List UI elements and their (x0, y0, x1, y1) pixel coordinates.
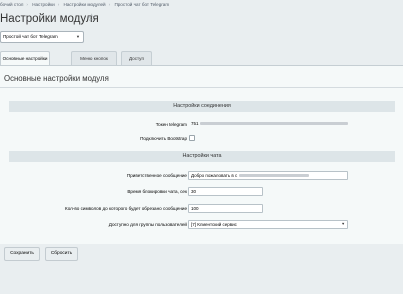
tab-button-menu[interactable]: Меню кнопок (71, 51, 117, 65)
tab-access[interactable]: Доступ (121, 51, 152, 65)
user-group-value: [7] Клиентский сервис (191, 222, 237, 227)
token-value-prefix: 751 (191, 121, 199, 126)
module-select-value: Простой чат бот Telegram (3, 34, 58, 39)
tab-main-settings[interactable]: Основные настройки (0, 51, 50, 66)
user-group-label: Доступно для группы пользователей (108, 222, 187, 227)
block-time-input[interactable]: 30 (188, 187, 263, 196)
redacted-token (199, 122, 348, 126)
breadcrumb-item-module-settings[interactable]: Настройки модулей (64, 2, 106, 7)
module-select[interactable]: Простой чат бот Telegram ▼ (0, 31, 84, 43)
section-chat-header: Настройки чата (9, 151, 395, 162)
breadcrumb-item-module[interactable]: Простой чат бот Telegram (114, 2, 169, 7)
greeting-value: Добро пожаловать в с (191, 173, 238, 178)
truncate-length-label: Кол-во символов до которого будет обреза… (65, 206, 187, 211)
greeting-label: Приветственное сообщение (126, 173, 187, 178)
bootstrap-label: Подключить Bootstrap (140, 136, 187, 141)
token-label: Токен telegram (155, 122, 187, 127)
section-connection-header: Настройки соединения (9, 101, 395, 112)
breadcrumb: бочий стол › Настройки › Настройки модулей… (0, 2, 172, 7)
bootstrap-checkbox[interactable] (189, 135, 195, 141)
block-time-label: Время блокировки чата, сек (127, 189, 187, 194)
breadcrumb-separator: › (108, 2, 111, 7)
breadcrumb-item-settings[interactable]: Настройки (32, 2, 55, 7)
divider (0, 87, 403, 88)
save-button[interactable]: Сохранить (4, 247, 40, 261)
breadcrumb-item-desktop[interactable]: бочий стол (0, 2, 23, 7)
panel-heading: Основные настройки модуля (4, 74, 109, 83)
breadcrumb-separator: › (57, 2, 60, 7)
chevron-down-icon: ▼ (76, 34, 80, 39)
greeting-input[interactable]: Добро пожаловать в с (188, 171, 348, 180)
form-footer: Сохранить Сбросить (0, 244, 403, 264)
token-input[interactable]: 751 PM (189, 120, 349, 129)
settings-panel: Основные настройки модуля Настройки соед… (0, 65, 403, 264)
user-group-select[interactable]: [7] Клиентский сервис ▼ (188, 220, 348, 229)
page-title: Настройки модуля (0, 13, 99, 25)
page-background (0, 264, 403, 294)
truncate-length-input[interactable]: 100 (188, 204, 263, 213)
chevron-down-icon: ▼ (341, 222, 345, 226)
breadcrumb-separator: › (26, 2, 28, 7)
reset-button[interactable]: Сбросить (45, 247, 78, 261)
star-icon[interactable]: ☆ (87, 13, 96, 24)
redacted-greeting (238, 174, 309, 178)
